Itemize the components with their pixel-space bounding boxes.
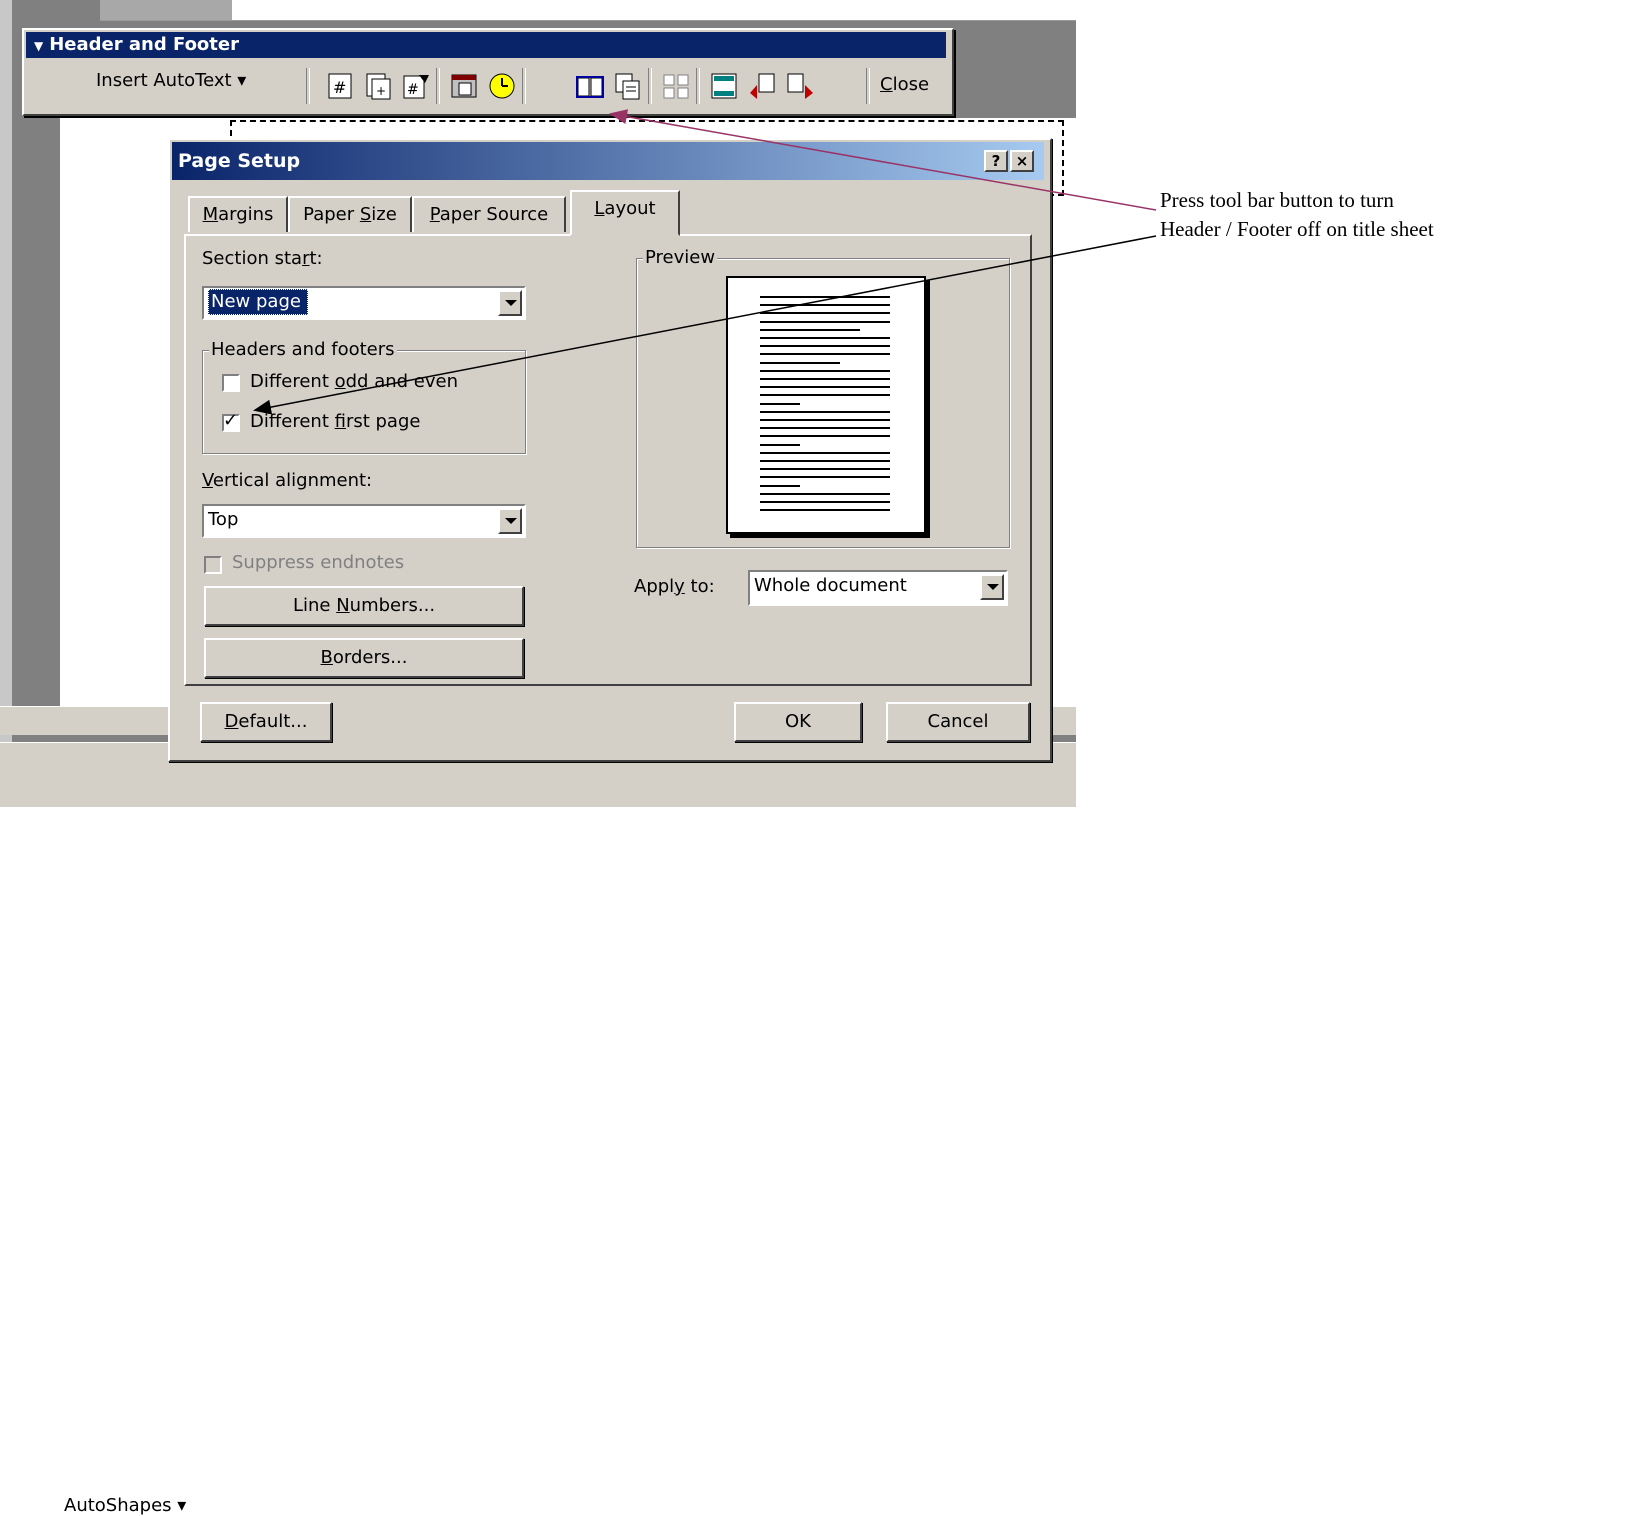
tab-layout[interactable]: Layout [570, 190, 680, 236]
maroon-arrow [609, 109, 1157, 211]
autoshapes-menu[interactable]: AutoShapes ▾ [64, 1495, 186, 1516]
black-arrow [253, 235, 1157, 415]
annotation-arrows [253, 109, 1157, 415]
